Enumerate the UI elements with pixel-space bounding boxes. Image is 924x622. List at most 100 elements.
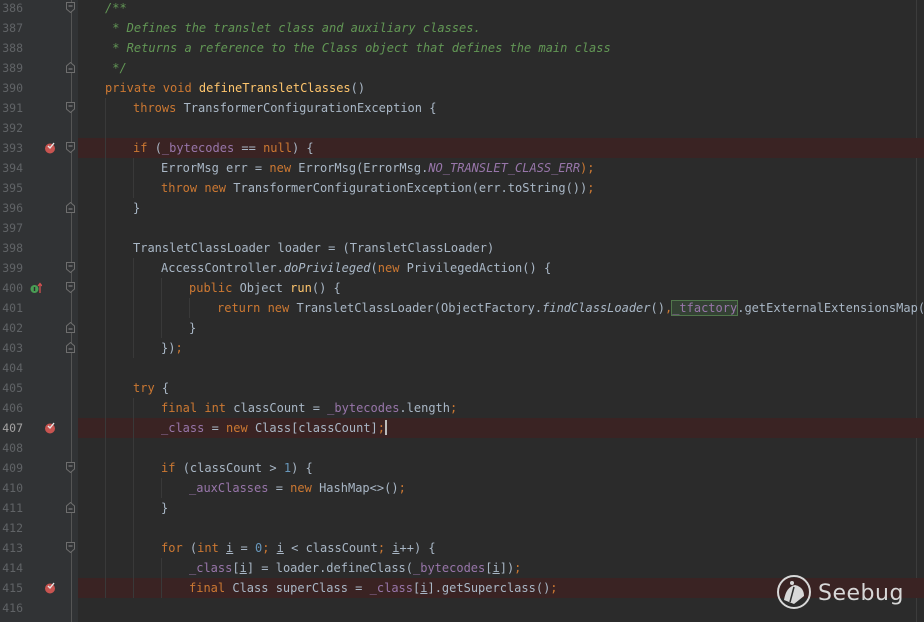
code-line[interactable]: 406 final int classCount = _bytecodes.len… [0,398,924,418]
line-number[interactable]: 395 [0,178,23,198]
code-area[interactable]: * Defines the translet class and auxilia… [78,18,924,38]
code-line[interactable]: 405 try { [0,378,924,398]
code-area[interactable]: } [78,318,924,338]
code-line[interactable]: 411} [0,498,924,518]
line-number[interactable]: 387 [0,18,23,38]
code-text[interactable]: throws TransformerConfigurationException… [133,98,436,118]
code-area[interactable]: } [78,498,924,518]
code-area[interactable] [78,438,924,458]
code-text[interactable]: for (int i = 0; i < classCount; i++) { [161,538,436,558]
code-area[interactable]: throw new TransformerConfigurationExcept… [78,178,924,198]
code-line[interactable]: 403}); [0,338,924,358]
code-area[interactable]: for (int i = 0; i < classCount; i++) { [78,538,924,558]
code-text[interactable]: _class[i] = loader.defineClass(_bytecode… [189,558,521,578]
code-text[interactable]: final Class superClass = _class[i].getSu… [189,578,558,598]
code-area[interactable]: public Object run() { [78,278,924,298]
line-number[interactable]: 410 [0,478,23,498]
code-area[interactable] [78,358,924,378]
code-area[interactable]: try { [78,378,924,398]
code-line[interactable]: 398 TransletClassLoader loader = (Transle… [0,238,924,258]
code-text[interactable]: */ [105,58,126,78]
code-text[interactable]: try { [133,378,169,398]
code-text[interactable]: } [189,318,196,338]
code-area[interactable]: }); [78,338,924,358]
breakpoint-icon[interactable] [44,422,56,434]
fold-collapse-icon[interactable] [66,282,75,293]
line-number[interactable]: 412 [0,518,23,538]
code-line[interactable]: 410 _auxClasses = new HashMap<>(); [0,478,924,498]
code-area[interactable]: if (classCount > 1) { [78,458,924,478]
code-text[interactable]: _class = new Class[classCount]; [161,418,388,438]
code-area[interactable]: /** [78,0,924,18]
code-text[interactable]: * Returns a reference to the Class objec… [105,38,611,58]
code-line[interactable]: 399 AccessController.doPrivileged(new Pri… [0,258,924,278]
fold-end-icon[interactable] [66,202,75,213]
line-number[interactable]: 405 [0,378,23,398]
code-text[interactable]: } [161,498,168,518]
code-text[interactable]: if (_bytecodes == null) { [133,138,314,158]
code-text[interactable]: TransletClassLoader loader = (TransletCl… [133,238,494,258]
line-number[interactable]: 394 [0,158,23,178]
line-number[interactable]: 398 [0,238,23,258]
code-line[interactable]: 401 return new TransletClassLoader(Object… [0,298,924,318]
code-text[interactable]: _auxClasses = new HashMap<>(); [189,478,406,498]
line-number[interactable]: 389 [0,58,23,78]
code-line[interactable]: 388 * Returns a reference to the Class o… [0,38,924,58]
breakpoint-icon[interactable] [44,142,56,154]
code-area[interactable]: private void defineTransletClasses() [78,78,924,98]
code-line[interactable]: 400 public Object run() { [0,278,924,298]
code-text[interactable]: } [133,198,140,218]
line-number[interactable]: 404 [0,358,23,378]
line-number[interactable]: 406 [0,398,23,418]
code-line[interactable]: 413 for (int i = 0; i < classCount; i++) … [0,538,924,558]
code-text[interactable]: * Defines the translet class and auxilia… [105,18,480,38]
code-text[interactable]: ErrorMsg err = new ErrorMsg(ErrorMsg.NO_… [161,158,595,178]
line-number[interactable]: 391 [0,98,23,118]
line-number[interactable]: 390 [0,78,23,98]
line-number[interactable]: 386 [0,0,23,18]
code-line[interactable]: 394 ErrorMsg err = new ErrorMsg(ErrorMsg.… [0,158,924,178]
fold-end-icon[interactable] [66,62,75,73]
code-area[interactable]: */ [78,58,924,78]
code-area[interactable] [78,218,924,238]
code-text[interactable]: /** [105,0,127,18]
line-number[interactable]: 403 [0,338,23,358]
code-text[interactable]: return new TransletClassLoader(ObjectFac… [217,298,924,318]
fold-collapse-icon[interactable] [66,142,75,153]
fold-collapse-icon[interactable] [66,262,75,273]
line-number[interactable]: 409 [0,458,23,478]
fold-collapse-icon[interactable] [66,2,75,13]
code-area[interactable]: AccessController.doPrivileged(new Privil… [78,258,924,278]
fold-end-icon[interactable] [66,322,75,333]
code-area[interactable] [78,118,924,138]
code-text[interactable]: public Object run() { [189,278,341,298]
code-area[interactable]: return new TransletClassLoader(ObjectFac… [78,298,924,318]
code-editor[interactable]: 386 /** 387 * Defines the translet class a… [0,0,924,618]
code-area[interactable]: } [78,198,924,218]
line-number[interactable]: 399 [0,258,23,278]
line-number[interactable]: 401 [0,298,23,318]
code-text[interactable]: throw new TransformerConfigurationExcept… [161,178,595,198]
code-line[interactable]: 402} [0,318,924,338]
fold-end-icon[interactable] [66,502,75,513]
line-number[interactable]: 392 [0,118,23,138]
fold-collapse-icon[interactable] [66,102,75,113]
code-line[interactable]: 407 _class = new Class[classCount]; [0,418,924,438]
code-line[interactable]: 408 [0,438,924,458]
code-line[interactable]: 389 */ [0,58,924,78]
code-line[interactable]: 409 if (classCount > 1) { [0,458,924,478]
code-text[interactable]: AccessController.doPrivileged(new Privil… [161,258,551,278]
line-number[interactable]: 407 [0,418,23,438]
code-text[interactable]: }); [161,338,183,358]
code-text[interactable]: final int classCount = _bytecodes.length… [161,398,457,418]
fold-collapse-icon[interactable] [66,542,75,553]
line-number[interactable]: 416 [0,598,23,618]
line-number[interactable]: 413 [0,538,23,558]
code-line[interactable]: 391 throws TransformerConfigurationExcept… [0,98,924,118]
code-area[interactable]: _class = new Class[classCount]; [78,418,924,438]
code-area[interactable]: * Returns a reference to the Class objec… [78,38,924,58]
breakpoint-icon[interactable] [44,582,56,594]
line-number[interactable]: 415 [0,578,23,598]
code-line[interactable]: 412 [0,518,924,538]
code-line[interactable]: 393 if (_bytecodes == null) { [0,138,924,158]
